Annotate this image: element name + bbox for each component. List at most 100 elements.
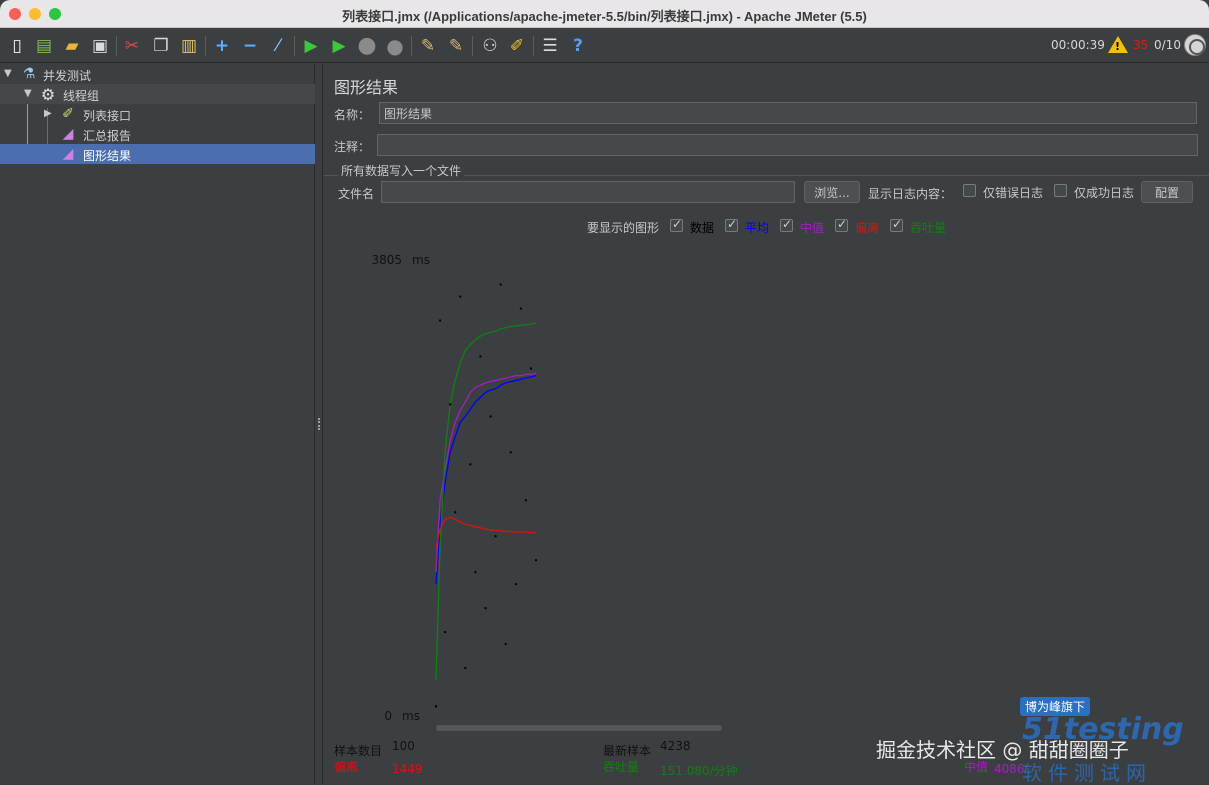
graph-median-checkbox[interactable] — [780, 217, 793, 232]
latest-sample-value: 4238 — [660, 739, 691, 753]
clear-all-icon[interactable]: ✎ — [444, 34, 468, 58]
data-point — [484, 607, 487, 610]
graph-results-panel: 图形结果 名称： 注释： 所有数据写入一个文件 文件名 浏览... 显示日志内容… — [324, 64, 1209, 785]
graph-deviation-checkbox[interactable] — [835, 217, 848, 232]
title-bar: 列表接口.jmx (/Applications/apache-jmeter-5.… — [0, 0, 1209, 28]
copy-icon[interactable]: ❐ — [149, 34, 173, 58]
graph-average-label: 平均 — [745, 221, 770, 235]
errors-only-label: 仅错误日志 — [983, 186, 1044, 200]
reset-search-icon[interactable]: ✐ — [505, 34, 529, 58]
samples-value: 100 — [392, 739, 415, 753]
errors-only-checkbox[interactable] — [963, 184, 976, 197]
thread-group-icon: ⚙ — [40, 84, 56, 104]
start-no-pause-icon[interactable]: ▶ — [327, 34, 351, 58]
collapse-icon[interactable]: − — [238, 34, 262, 58]
cut-icon[interactable]: ✂ — [120, 34, 144, 58]
series-line — [435, 375, 537, 585]
tree-item-label: 汇总报告 — [83, 129, 132, 143]
start-icon[interactable]: ▶ — [299, 34, 323, 58]
brand-watermark: 51testing — [1022, 712, 1184, 747]
drag-handle-icon[interactable] — [318, 418, 320, 430]
help-icon[interactable]: ? — [566, 34, 590, 58]
save-icon[interactable]: ▣ — [88, 34, 112, 58]
filename-input[interactable] — [381, 181, 795, 203]
data-point — [444, 631, 447, 634]
series-line — [435, 516, 536, 549]
name-input[interactable] — [379, 102, 1197, 124]
data-point — [474, 571, 477, 574]
y-max-tick-label: 3805 — [371, 253, 402, 267]
name-label: 名称： — [334, 108, 371, 122]
paste-icon[interactable]: ▥ — [177, 34, 201, 58]
toolbar: ▯ ▤ ▰ ▣ ✂ ❐ ▥ + − ⁄ ▶ ▶ ● ● ✎ ✎ ⚇ ✐ ☰ ? … — [0, 29, 1209, 63]
listener-icon: ◢ — [62, 126, 74, 142]
new-icon[interactable]: ▯ — [5, 34, 29, 58]
data-point — [479, 355, 482, 358]
toolbar-separator — [533, 36, 534, 56]
collapse-arrow-icon[interactable]: ▼ — [24, 88, 32, 99]
comment-input[interactable] — [377, 134, 1198, 156]
tree-item-test-plan[interactable]: ▼ ⚗ 并发测试 — [0, 64, 315, 84]
browse-button[interactable]: 浏览... — [804, 181, 860, 203]
graphs-to-display-label: 要显示的图形 — [587, 221, 660, 235]
data-point — [439, 319, 442, 322]
deviation-value: 1449 — [392, 762, 423, 776]
tree-item-label: 图形结果 — [83, 149, 132, 163]
collapse-arrow-icon[interactable]: ▼ — [4, 68, 12, 79]
tree-item-label: 并发测试 — [43, 69, 92, 83]
samples-label: 样本数目 — [334, 744, 383, 758]
active-threads: 0/10 — [1154, 38, 1181, 52]
tree-item-thread-group[interactable]: ▼ ⚙ 线程组 — [0, 84, 315, 104]
remote-engines-icon[interactable] — [1184, 34, 1206, 56]
latest-sample-label: 最新样本 — [603, 744, 652, 758]
data-point — [459, 295, 462, 298]
data-point — [454, 511, 457, 514]
tree-item-graph-results[interactable]: ◢ 图形结果 — [0, 144, 315, 164]
expand-arrow-icon[interactable]: ▶ — [44, 108, 52, 119]
elapsed-timer: 00:00:39 — [1051, 38, 1105, 52]
graph-throughput-label: 吞吐量 — [910, 221, 947, 235]
results-graph: 3805 ms 0 ms — [371, 253, 537, 723]
tree-item-http-sampler[interactable]: ▶ ✐ 列表接口 — [0, 104, 315, 124]
data-point — [519, 307, 522, 310]
search-icon[interactable]: ⚇ — [478, 34, 502, 58]
templates-icon[interactable]: ▤ — [32, 34, 56, 58]
graph-throughput-checkbox[interactable] — [890, 217, 903, 232]
graph-average-checkbox[interactable] — [725, 217, 738, 232]
test-plan-tree: ▼ ⚗ 并发测试 ▼ ⚙ 线程组 ▶ ✐ 列表接口 ◢ 汇总报告 ◢ 图形结果 — [0, 64, 315, 785]
data-point — [535, 559, 537, 562]
warning-mark: ! — [1115, 40, 1121, 53]
expand-icon[interactable]: + — [210, 34, 234, 58]
data-point — [499, 283, 502, 286]
toggle-icon[interactable]: ⁄ — [266, 34, 290, 58]
tree-item-label: 线程组 — [63, 89, 100, 103]
y-min-unit-label: ms — [402, 709, 420, 723]
graph-horizontal-scrollbar[interactable] — [436, 725, 722, 731]
clear-icon[interactable]: ✎ — [416, 34, 440, 58]
data-point — [469, 463, 472, 466]
http-sampler-icon: ✐ — [62, 106, 74, 122]
function-helper-icon[interactable]: ☰ — [538, 34, 562, 58]
data-point — [529, 367, 532, 370]
page-title: 图形结果 — [334, 78, 399, 97]
y-max-unit-label: ms — [412, 253, 430, 267]
graph-data-checkbox[interactable] — [670, 217, 683, 232]
log-content-label: 显示日志内容： — [868, 187, 953, 201]
data-point — [494, 535, 497, 538]
y-min-tick-label: 0 — [384, 709, 392, 723]
stop-icon[interactable]: ● — [355, 34, 379, 58]
open-icon[interactable]: ▰ — [60, 34, 84, 58]
jmeter-window: 列表接口.jmx (/Applications/apache-jmeter-5.… — [0, 0, 1209, 785]
test-plan-icon: ⚗ — [22, 66, 36, 82]
configure-button[interactable]: 配置 — [1141, 181, 1193, 203]
success-only-checkbox[interactable] — [1054, 184, 1067, 197]
graph-deviation-label: 偏离 — [855, 221, 880, 235]
shutdown-icon[interactable]: ● — [383, 34, 407, 58]
tree-item-summary-report[interactable]: ◢ 汇总报告 — [0, 124, 315, 144]
listener-icon: ◢ — [62, 146, 74, 162]
data-point — [509, 451, 512, 454]
data-point — [524, 499, 527, 502]
success-only-label: 仅成功日志 — [1074, 186, 1135, 200]
data-point — [504, 643, 507, 646]
brand-cn-watermark: 软件测试网 — [1022, 761, 1152, 785]
